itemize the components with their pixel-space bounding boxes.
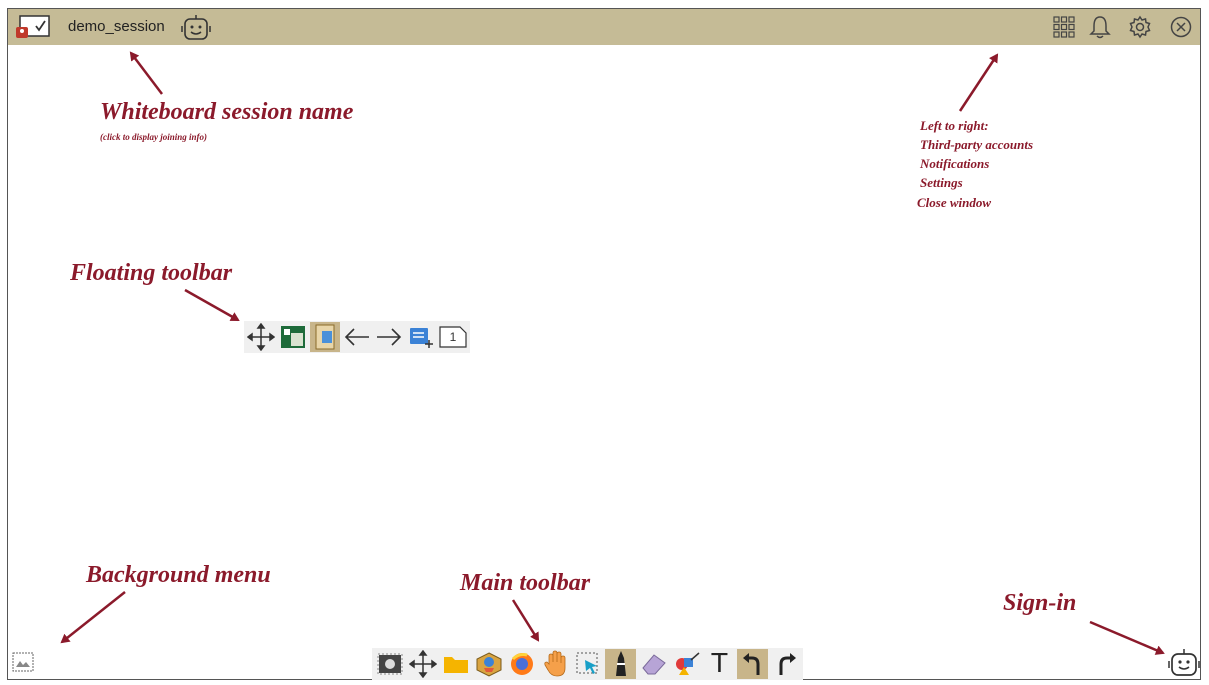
pen-button[interactable]	[605, 649, 636, 679]
close-circle-icon[interactable]	[1169, 15, 1193, 39]
page-number-button[interactable]: 1	[438, 322, 468, 352]
screenshot-icon	[377, 653, 402, 675]
picture-in-picture-icon	[281, 326, 305, 348]
move-icon	[408, 650, 437, 678]
move-icon	[247, 323, 275, 351]
browser-icon	[510, 653, 533, 675]
annotation-background-menu: Background menu	[86, 562, 271, 588]
next-page-button[interactable]	[374, 322, 404, 352]
redo-button[interactable]	[770, 649, 801, 679]
resources-box-button[interactable]	[473, 649, 504, 679]
shapes-button[interactable]	[671, 649, 702, 679]
annotation-right-line1: Left to right:	[920, 118, 989, 133]
move-button[interactable]	[407, 649, 438, 679]
bell-icon[interactable]	[1089, 14, 1111, 40]
gear-icon[interactable]	[1128, 15, 1152, 39]
annotation-right-line2: Third-party accounts	[920, 137, 1034, 152]
picture-in-picture-button[interactable]	[278, 322, 308, 352]
apps-grid-icon[interactable]	[1053, 16, 1075, 38]
page-view-button[interactable]	[310, 322, 340, 352]
arrow-right-icon	[377, 328, 402, 346]
hand-pan-button[interactable]	[539, 649, 570, 679]
page-view-icon	[315, 324, 335, 350]
add-page-button[interactable]	[406, 322, 436, 352]
sign-in-button[interactable]	[1168, 648, 1200, 678]
move-toolbar-button[interactable]	[246, 322, 276, 352]
previous-page-button[interactable]	[342, 322, 372, 352]
eraser-button[interactable]	[638, 649, 669, 679]
hand-pan-icon	[543, 650, 565, 677]
background-menu-icon[interactable]	[12, 652, 34, 672]
robot-face-icon[interactable]	[181, 14, 211, 42]
text-button[interactable]: T	[704, 649, 735, 679]
shapes-icon	[675, 652, 699, 675]
main-toolbar: T	[372, 648, 803, 680]
pen-icon	[615, 651, 626, 676]
text-icon: T	[711, 649, 728, 679]
annotation-session-sub: (click to display joining info)	[100, 132, 207, 142]
annotation-floating-toolbar: Floating toolbar	[70, 260, 233, 286]
annotation-main-toolbar: Main toolbar	[460, 570, 591, 596]
browser-button[interactable]	[506, 649, 537, 679]
annotation-session-name: Whiteboard session name	[100, 99, 354, 125]
session-name-button[interactable]: demo_session	[68, 18, 165, 35]
undo-button[interactable]	[737, 649, 768, 679]
screenshot-button[interactable]	[374, 649, 405, 679]
add-page-icon	[410, 328, 433, 348]
annotation-right-line4: Settings	[920, 175, 963, 190]
arrow-left-icon	[344, 328, 369, 346]
annotation-right-line5: Close window	[917, 195, 992, 210]
folder-icon	[443, 657, 468, 673]
resources-box-icon	[476, 652, 501, 677]
annotation-right-line3: Notifications	[920, 156, 990, 171]
annotation-sign-in: Sign-in	[1003, 590, 1077, 616]
select-icon	[576, 652, 597, 674]
page-number-label: 1	[449, 330, 457, 344]
eraser-icon	[641, 654, 666, 675]
folder-button[interactable]	[440, 649, 471, 679]
whiteboard-logo-icon[interactable]	[14, 14, 52, 40]
undo-icon	[742, 653, 759, 675]
floating-toolbar: 1	[244, 321, 470, 353]
redo-icon	[779, 653, 796, 675]
select-button[interactable]	[572, 649, 603, 679]
